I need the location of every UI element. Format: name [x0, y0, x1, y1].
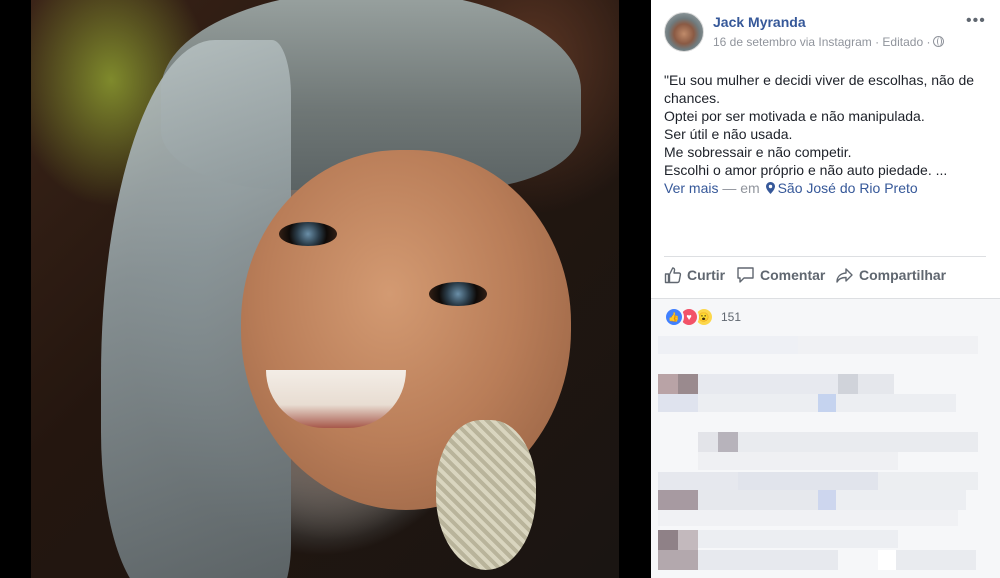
pixelated-comment: [698, 550, 838, 570]
share-label: Compartilhar: [859, 267, 947, 283]
pixelated-comment: [698, 374, 838, 394]
actions-divider-top: [664, 256, 986, 257]
location-pin-icon: [765, 182, 775, 194]
pixelated-comment: [698, 394, 818, 412]
post-text: "Eu sou mulher e decidi viver de escolha…: [664, 71, 984, 197]
pixelated-comment: [658, 394, 698, 412]
pixelated-avatar: [718, 432, 738, 452]
post-text-line: "Eu sou mulher e decidi viver de escolha…: [664, 72, 975, 88]
post-text-line: Optei por ser motivada e não manipulada.: [664, 108, 925, 124]
pixelated-comment: [818, 490, 836, 510]
reactions-count: 151: [721, 310, 742, 324]
globe-icon[interactable]: [933, 36, 945, 47]
post-text-line: Ser útil e não usada.: [664, 126, 793, 142]
more-options-button[interactable]: •••: [966, 12, 986, 30]
pixelated-comment: [698, 432, 718, 452]
post-text-line: chances.: [664, 90, 721, 106]
post-text-line: Me sobressair e não competir.: [664, 144, 852, 160]
location-link[interactable]: São José do Rio Preto: [778, 180, 918, 196]
pixelated-avatar: [658, 530, 678, 550]
pixelated-avatar: [658, 490, 698, 510]
pixelated-comment: [698, 452, 898, 470]
share-button[interactable]: Compartilhar: [835, 266, 946, 284]
pixelated-comment: [658, 336, 798, 354]
pixelated-comment: [698, 490, 818, 510]
pixelated-comment: [878, 550, 896, 570]
photo-eye-right: [429, 282, 487, 306]
see-more-link[interactable]: Ver mais: [664, 180, 718, 196]
pixelated-avatar: [678, 530, 698, 550]
post-actions: Curtir Comentar Compartilhar: [664, 266, 986, 288]
pixelated-comment: [836, 394, 956, 412]
author-name[interactable]: Jack Myranda: [713, 14, 806, 30]
like-icon: 👍: [664, 307, 684, 327]
pixelated-comment: [738, 432, 978, 452]
pixelated-comment: [698, 530, 898, 548]
photo-eye-left: [279, 222, 337, 246]
pixelated-avatar: [658, 374, 678, 394]
comment-icon: [737, 267, 754, 283]
pixelated-comment: [798, 336, 978, 354]
post-photo[interactable]: [31, 0, 619, 578]
post-text-footer: Ver mais — em São José do Rio Preto: [664, 179, 984, 197]
pixelated-comment: [838, 374, 858, 394]
pixelated-comment: [738, 472, 878, 490]
location-prefix: — em: [718, 180, 760, 196]
author-avatar[interactable]: [664, 12, 704, 52]
like-button[interactable]: Curtir: [664, 266, 725, 284]
post-text-line: Escolhi o amor próprio e não auto piedad…: [664, 162, 948, 178]
pixelated-avatar: [658, 550, 698, 570]
comments-divider: [651, 298, 1000, 299]
pixelated-avatar: [678, 374, 698, 394]
post-meta: 16 de setembro via Instagram · Editado ·: [713, 35, 945, 49]
comment-button[interactable]: Comentar: [736, 266, 825, 284]
post-meta-text: 16 de setembro via Instagram · Editado ·: [713, 35, 931, 49]
share-icon: [836, 268, 853, 283]
pixelated-comment: [818, 394, 836, 412]
pixelated-comment: [896, 550, 976, 570]
post-photo-area[interactable]: [0, 0, 651, 578]
photo-earring: [436, 420, 536, 570]
comment-label: Comentar: [760, 267, 826, 283]
pixelated-comment: [658, 510, 958, 526]
pixelated-comment: [858, 374, 894, 394]
reactions-summary[interactable]: 👍 ♥ 😮 151: [664, 307, 741, 327]
pixelated-comment: [658, 472, 738, 490]
pixelated-comment: [836, 490, 966, 510]
pixelated-comment: [878, 472, 978, 490]
thumbs-up-icon: [664, 267, 682, 284]
like-label: Curtir: [687, 267, 726, 283]
